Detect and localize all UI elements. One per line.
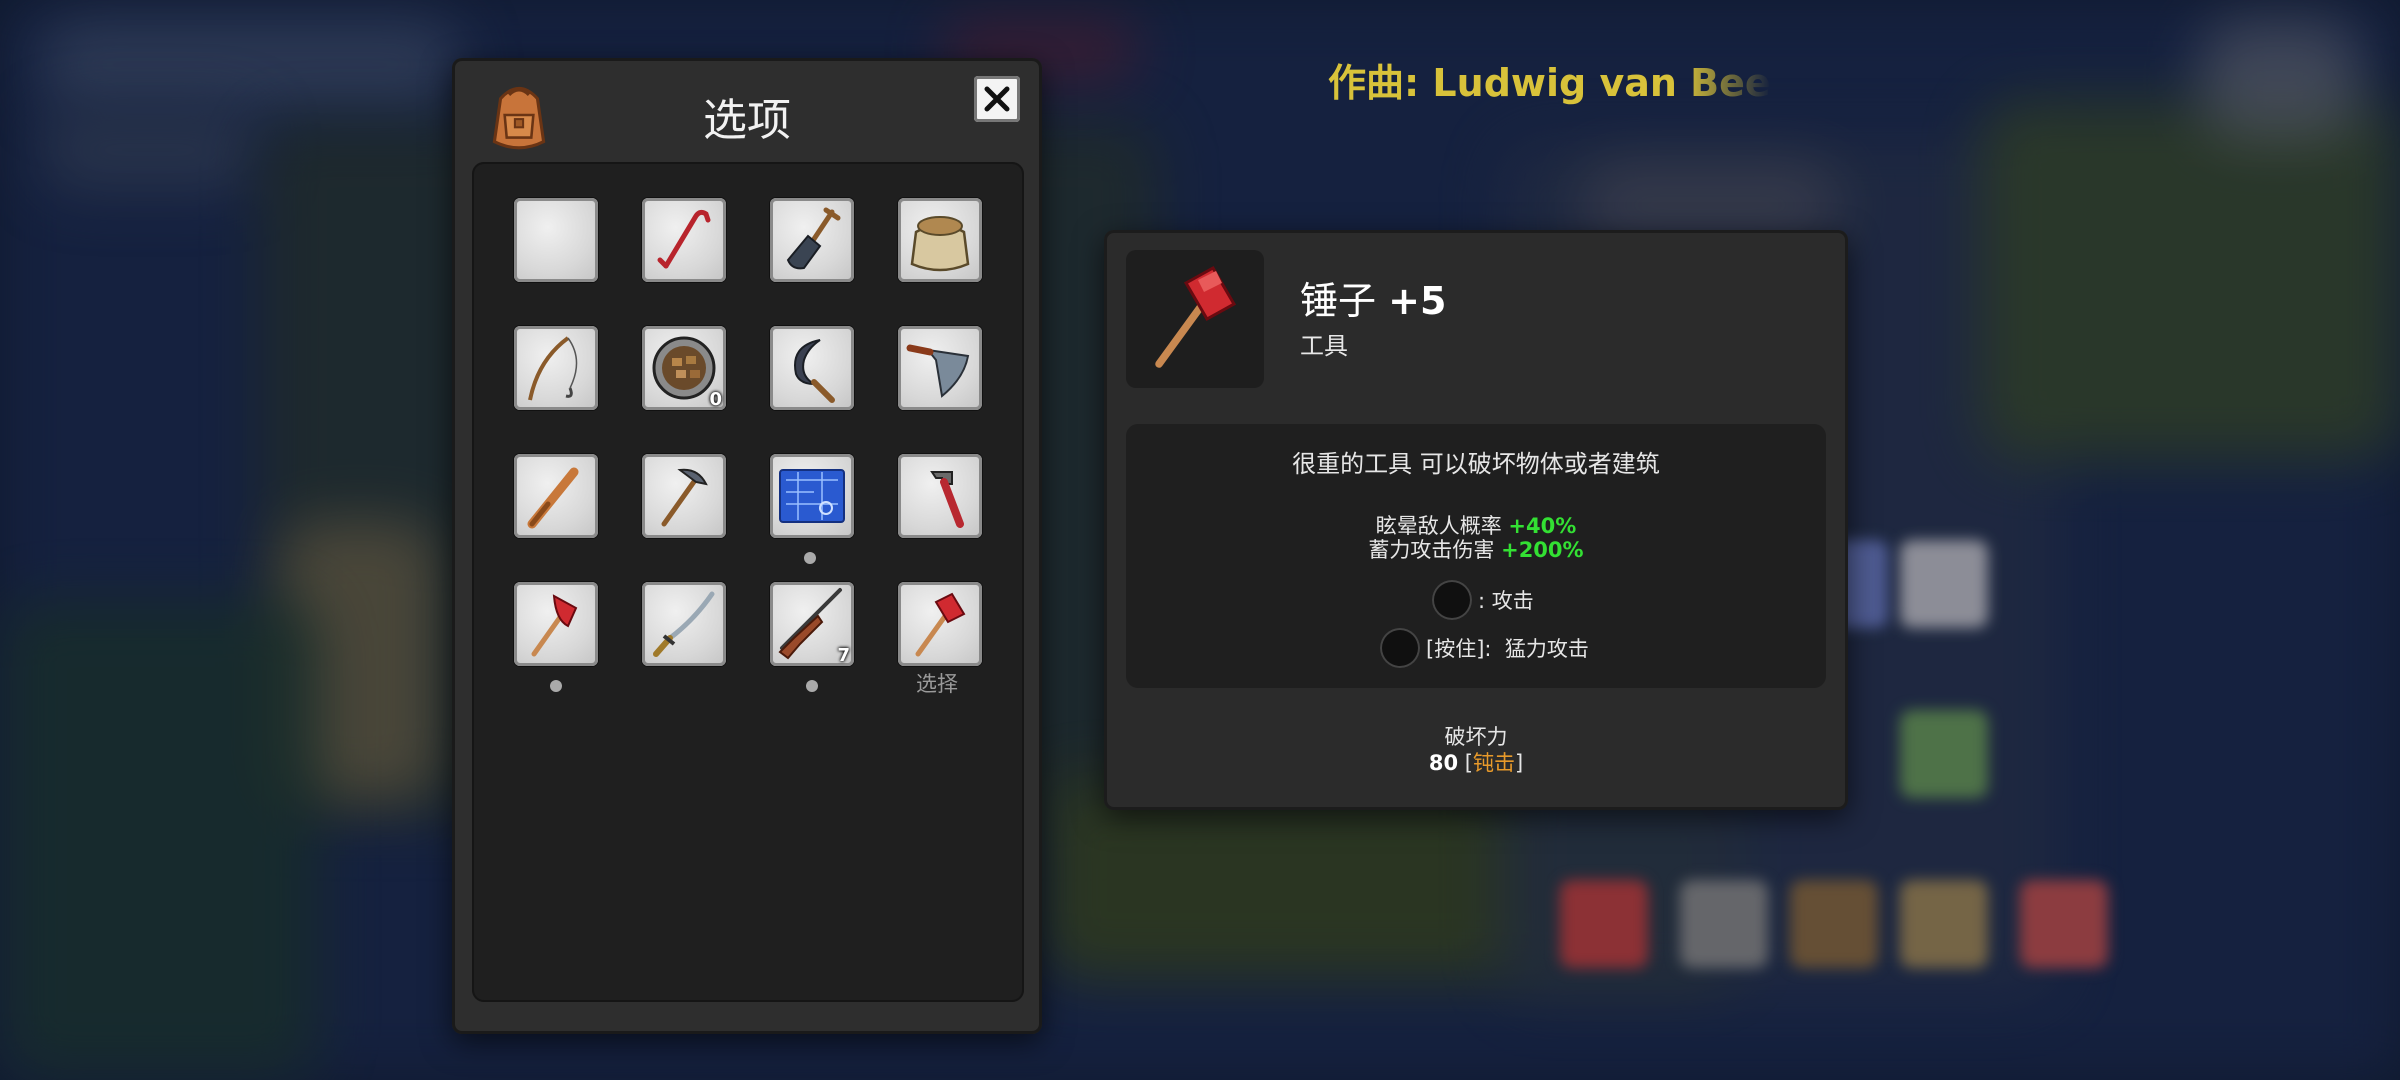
baseball-bat-icon [527, 467, 579, 529]
inventory-slot-pipe-wrench[interactable] [898, 454, 982, 538]
crowbar-icon [657, 209, 711, 269]
equipped-dot [550, 680, 562, 692]
item-type: 工具 [1300, 332, 1348, 360]
item-info-box: 很重的工具 可以破坏物体或者建筑 眩晕敌人概率 +40% 蓄力攻击伤害 +200… [1126, 424, 1826, 688]
item-name: 锤子 +5 [1300, 279, 1447, 323]
song-credit: 作曲: Ludwig van Bee [1328, 61, 1771, 105]
pipe-wrench-icon [930, 471, 964, 528]
inventory-slot-katana[interactable] [642, 582, 726, 666]
close-icon [984, 86, 1010, 112]
inventory-slot-sickle[interactable] [770, 326, 854, 410]
control-attack: : 攻击 [1432, 580, 1534, 620]
item-icon-box [1126, 250, 1264, 388]
controller-button-icon [1432, 580, 1472, 620]
shovel-icon [786, 207, 841, 270]
sledgehammer-icon [915, 592, 966, 657]
inventory-slot-shovel[interactable] [770, 198, 854, 282]
blueprint-icon [779, 469, 845, 523]
inventory-slot-fishing-rod[interactable] [514, 326, 598, 410]
select-label: 选择 [916, 672, 958, 696]
inventory-grid: 0 7 选择 [472, 162, 1024, 1002]
inventory-panel: 选项 0 7 选择 [452, 58, 1042, 1034]
destruction-power: 破坏力 80 [钝击] [1428, 725, 1524, 775]
controller-button-icon [1380, 628, 1420, 668]
machete-icon [906, 344, 970, 398]
inventory-slot-blueprint[interactable] [770, 454, 854, 538]
item-count: 7 [837, 645, 850, 666]
item-level: +5 [1388, 279, 1447, 323]
fire-axe-icon [531, 594, 578, 657]
katana-icon [653, 591, 715, 657]
item-description: 很重的工具 可以破坏物体或者建筑 [1292, 450, 1660, 478]
control-heavy-attack: [按住]: 猛力攻击 [1380, 628, 1589, 668]
inventory-slot-crowbar[interactable] [642, 198, 726, 282]
inventory-slot-baseball-bat[interactable] [514, 454, 598, 538]
inventory-slot-empty[interactable] [514, 198, 598, 282]
sack-icon [910, 216, 970, 272]
stat-charged-damage: 蓄力攻击伤害 +200% [1368, 538, 1584, 562]
sickle-icon [794, 339, 835, 403]
sledgehammer-icon [1155, 265, 1237, 368]
fishing-rod-icon [528, 336, 578, 401]
inventory-slot-rifle[interactable]: 7 [770, 582, 854, 666]
inventory-slot-pickaxe[interactable] [642, 454, 726, 538]
inventory-slot-sack[interactable] [898, 198, 982, 282]
equipped-dot [804, 552, 816, 564]
inventory-title: 选项 [703, 95, 791, 146]
pickaxe-icon [661, 468, 708, 527]
equipped-dot [806, 680, 818, 692]
inventory-slot-food-bowl[interactable]: 0 [642, 326, 726, 410]
item-detail-panel: 锤子 +5 工具 很重的工具 可以破坏物体或者建筑 眩晕敌人概率 +40% 蓄力… [1104, 230, 1848, 810]
item-count: 0 [709, 389, 722, 410]
inventory-slot-sledgehammer[interactable] [898, 582, 982, 666]
close-button[interactable] [974, 76, 1020, 122]
inventory-slot-machete[interactable] [898, 326, 982, 410]
inventory-slot-fire-axe[interactable] [514, 582, 598, 666]
